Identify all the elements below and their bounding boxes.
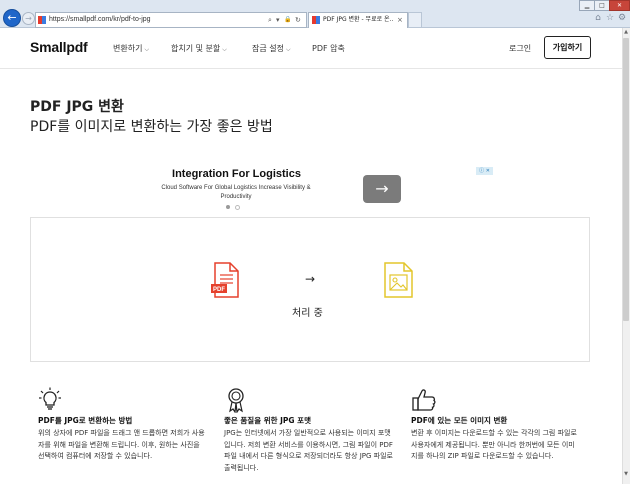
tab-title: PDF JPG 변환 - 무료로 온... [323,16,393,23]
arrow-right-icon: → [375,179,389,198]
lock-icon[interactable]: 🔒 [284,14,291,26]
smallpdf-logo[interactable]: Smallpdf [30,39,88,55]
menu-lock-label: 잠금 설정 [252,44,284,53]
page-title: PDF JPG 변환 [30,99,124,115]
converter-box[interactable] [30,217,590,362]
ad-subtitle[interactable]: Cloud Software For Global Logistics Incr… [152,184,320,202]
site-header: Smallpdf 변환하기 ⌵ 합치기 및 분할 ⌵ 잠금 설정 ⌵ PDF 압축 로… [0,28,622,69]
feature-title-how-to: PDF를 JPG로 변환하는 방법 [38,416,133,425]
menu-compress-label: PDF 압축 [312,44,345,53]
chevron-down-icon: ⌵ [222,46,227,53]
forward-button[interactable]: → [22,12,35,25]
thumbs-up-icon [411,387,437,417]
signup-button[interactable]: 가입하기 [544,36,591,59]
feature-body-quality: JPG는 인터넷에서 가장 일반적으로 사용되는 이미지 포맷입니다. 저희 변… [224,429,393,472]
menu-compress[interactable]: PDF 압축 [312,43,345,54]
minimize-icon: ▁ [584,2,590,9]
scrollbar-thumb[interactable] [623,38,629,321]
menu-merge-split-label: 합치기 및 분할 [171,44,221,53]
menu-convert[interactable]: 변환하기 ⌵ [113,43,149,54]
new-tab-button[interactable] [408,12,422,27]
close-window-button[interactable]: ✕ [609,0,630,11]
feature-title-quality: 좋은 품질을 위한 JPG 포맷 [224,416,311,425]
menu-merge-split[interactable]: 합치기 및 분할 ⌵ [171,43,227,54]
award-ribbon-icon [224,387,248,417]
maximize-icon: □ [599,2,605,9]
feature-body-how-to: 위의 상자에 PDF 파일을 드래그 앤 드롭하면 저희가 사용자를 위해 파일… [38,429,205,460]
browser-tab[interactable]: PDF JPG 변환 - 무료로 온... × [308,12,408,28]
feature-body-all-images: 변환 후 이미지는 다운로드할 수 있는 각각의 그림 파일로 사용자에게 제공… [411,429,577,460]
menu-lock[interactable]: 잠금 설정 ⌵ [252,43,291,54]
ad-choices-badge[interactable]: ⓘ ✕ [476,167,493,175]
login-link[interactable]: 로그인 [509,43,531,54]
back-button[interactable]: ← [3,9,21,27]
ad-carousel-dot-active[interactable] [226,205,230,209]
close-tab-icon[interactable]: × [397,14,403,26]
close-icon: ✕ [616,2,623,9]
ad-title[interactable]: Integration For Logistics [165,168,308,180]
ad-carousel-dot[interactable] [235,205,240,210]
lightbulb-icon [38,387,62,415]
refresh-icon[interactable]: ↻ [295,14,301,26]
pdf-file-icon: PDF [211,262,241,302]
image-file-icon [384,262,414,302]
favorites-star-icon[interactable]: ☆ [605,13,615,23]
ad-next-button[interactable]: → [363,175,401,203]
convert-arrow-icon: → [305,272,316,286]
site-favicon [38,16,46,24]
address-bar[interactable]: https://smallpdf.com/kr/pdf-to-jpg ⌕ ▾ 🔒… [35,12,307,28]
page-subtitle: PDF를 이미지로 변환하는 가장 좋은 방법 [30,119,273,135]
search-icon[interactable]: ⌕ [268,14,272,26]
forward-arrow-icon: → [25,14,32,23]
menu-convert-label: 변환하기 [113,44,143,53]
dropdown-icon[interactable]: ▾ [276,14,280,26]
feature-title-all-images: PDF에 있는 모든 이미지 변환 [411,416,508,425]
settings-gear-icon[interactable]: ⚙ [617,13,627,23]
maximize-button[interactable]: □ [594,0,610,11]
back-arrow-icon: ← [7,11,17,24]
home-icon[interactable]: ⌂ [593,13,603,23]
chevron-down-icon: ⌵ [285,46,291,53]
minimize-button[interactable]: ▁ [579,0,595,11]
scroll-up-arrow-icon[interactable]: ▲ [622,28,630,37]
address-url[interactable]: https://smallpdf.com/kr/pdf-to-jpg [49,14,151,26]
tab-favicon [312,16,320,24]
scroll-down-arrow-icon[interactable]: ▼ [622,470,630,479]
pdf-badge-label: PDF [213,287,225,293]
processing-status: 처리 중 [292,308,323,319]
chevron-down-icon: ⌵ [144,46,150,53]
